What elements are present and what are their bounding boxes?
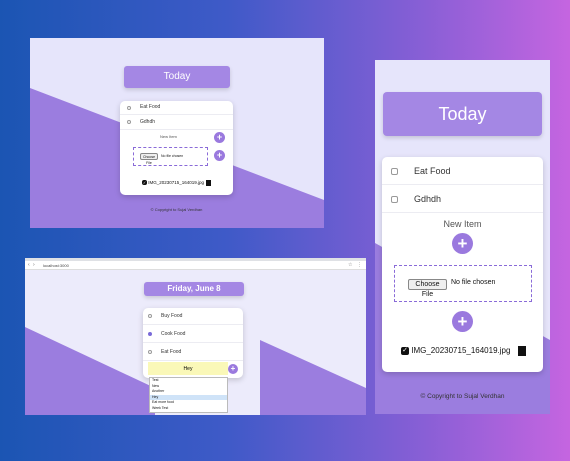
delete-icon[interactable]	[518, 346, 526, 356]
item-checkbox[interactable]	[127, 106, 131, 110]
date-header: Friday, June 8	[144, 282, 244, 296]
browser-address-bar: ‹ › localhost:3000 ☆ ⋮	[25, 261, 366, 270]
item-checkbox[interactable]	[391, 196, 398, 203]
forward-icon[interactable]: ›	[33, 262, 35, 268]
list-item: Eat Food	[143, 343, 243, 361]
item-label: Eat Food	[161, 349, 182, 355]
item-label: Eat Food	[140, 104, 161, 110]
list-item: Cook Food	[143, 325, 243, 343]
upload-button[interactable]: +	[452, 311, 473, 332]
upload-button[interactable]: +	[214, 150, 225, 161]
add-item-button[interactable]: +	[214, 132, 225, 143]
copyright-text: © Copyright to Sujal Verdhan	[420, 393, 505, 400]
item-label: Gdhdh	[140, 119, 156, 125]
list-item: Buy Food	[143, 308, 243, 325]
list-item: Eat Food	[382, 157, 543, 185]
item-checkbox[interactable]	[148, 350, 152, 354]
url-text[interactable]: localhost:3000	[43, 263, 69, 268]
image-name: IMG_20230715_164019.jpg	[411, 346, 511, 355]
image-entry: ✓ IMG_20230715_164019.jpg	[401, 346, 510, 355]
list-item: Gdhdh	[120, 115, 233, 130]
item-label: Buy Food	[161, 313, 183, 319]
bookmark-icon[interactable]: ☆	[348, 262, 352, 268]
item-label: Gdhdh	[414, 194, 442, 204]
todo-card: Eat Food Gdhdh New Item + Choose File No…	[120, 101, 233, 195]
menu-icon[interactable]: ⋮	[357, 262, 362, 268]
choose-file-button[interactable]: Choose File	[408, 279, 447, 298]
no-file-text: No file chosen	[161, 154, 184, 158]
list-item: Gdhdh	[382, 185, 543, 213]
today-button[interactable]: Today	[124, 66, 230, 88]
no-file-text: No file chosen	[451, 279, 496, 286]
new-item-label[interactable]: New Item	[382, 219, 543, 229]
today-button[interactable]: Today	[383, 92, 542, 136]
new-item-label[interactable]: New Item	[160, 134, 177, 139]
image-checkbox[interactable]: ✓	[401, 346, 409, 355]
item-checkbox[interactable]	[148, 314, 152, 318]
autocomplete-dropdown: Test New Another Hey Eat more food Week …	[149, 377, 228, 413]
item-label: Eat Food	[414, 166, 451, 176]
item-checkbox[interactable]	[148, 332, 152, 336]
item-label: Cook Food	[161, 331, 186, 337]
item-checkbox[interactable]	[391, 168, 398, 175]
image-checkbox[interactable]: ✓	[142, 180, 147, 186]
autocomplete-option[interactable]: Week Test	[150, 406, 227, 412]
todo-card: Eat Food Gdhdh New Item + Choose File No…	[382, 157, 543, 372]
item-checkbox[interactable]	[127, 120, 131, 124]
image-name: IMG_20230715_164019.jpg	[148, 180, 205, 185]
desktop-screenshot-panel: Today Eat Food Gdhdh New Item + Choose F…	[30, 38, 324, 228]
back-icon[interactable]: ‹	[28, 262, 30, 268]
file-upload-box: Choose File No file chosen	[133, 147, 208, 166]
image-entry: ✓ IMG_20230715_164019.jpg	[142, 180, 205, 186]
choose-file-button[interactable]: Choose File	[140, 153, 158, 165]
list-item: Eat Food	[120, 101, 233, 115]
delete-icon[interactable]	[206, 180, 211, 186]
add-item-button[interactable]: +	[228, 364, 238, 374]
add-item-button[interactable]: +	[452, 233, 473, 254]
new-item-input[interactable]	[148, 362, 228, 375]
browser-screenshot-panel: ‹ › localhost:3000 ☆ ⋮ Friday, June 8 Bu…	[25, 258, 366, 415]
mobile-screenshot-panel: Today Eat Food Gdhdh New Item + Choose F…	[375, 60, 550, 414]
copyright-text: © Copyright to Sujal Verdhan	[150, 207, 203, 212]
file-upload-box: Choose File No file chosen	[394, 265, 532, 302]
